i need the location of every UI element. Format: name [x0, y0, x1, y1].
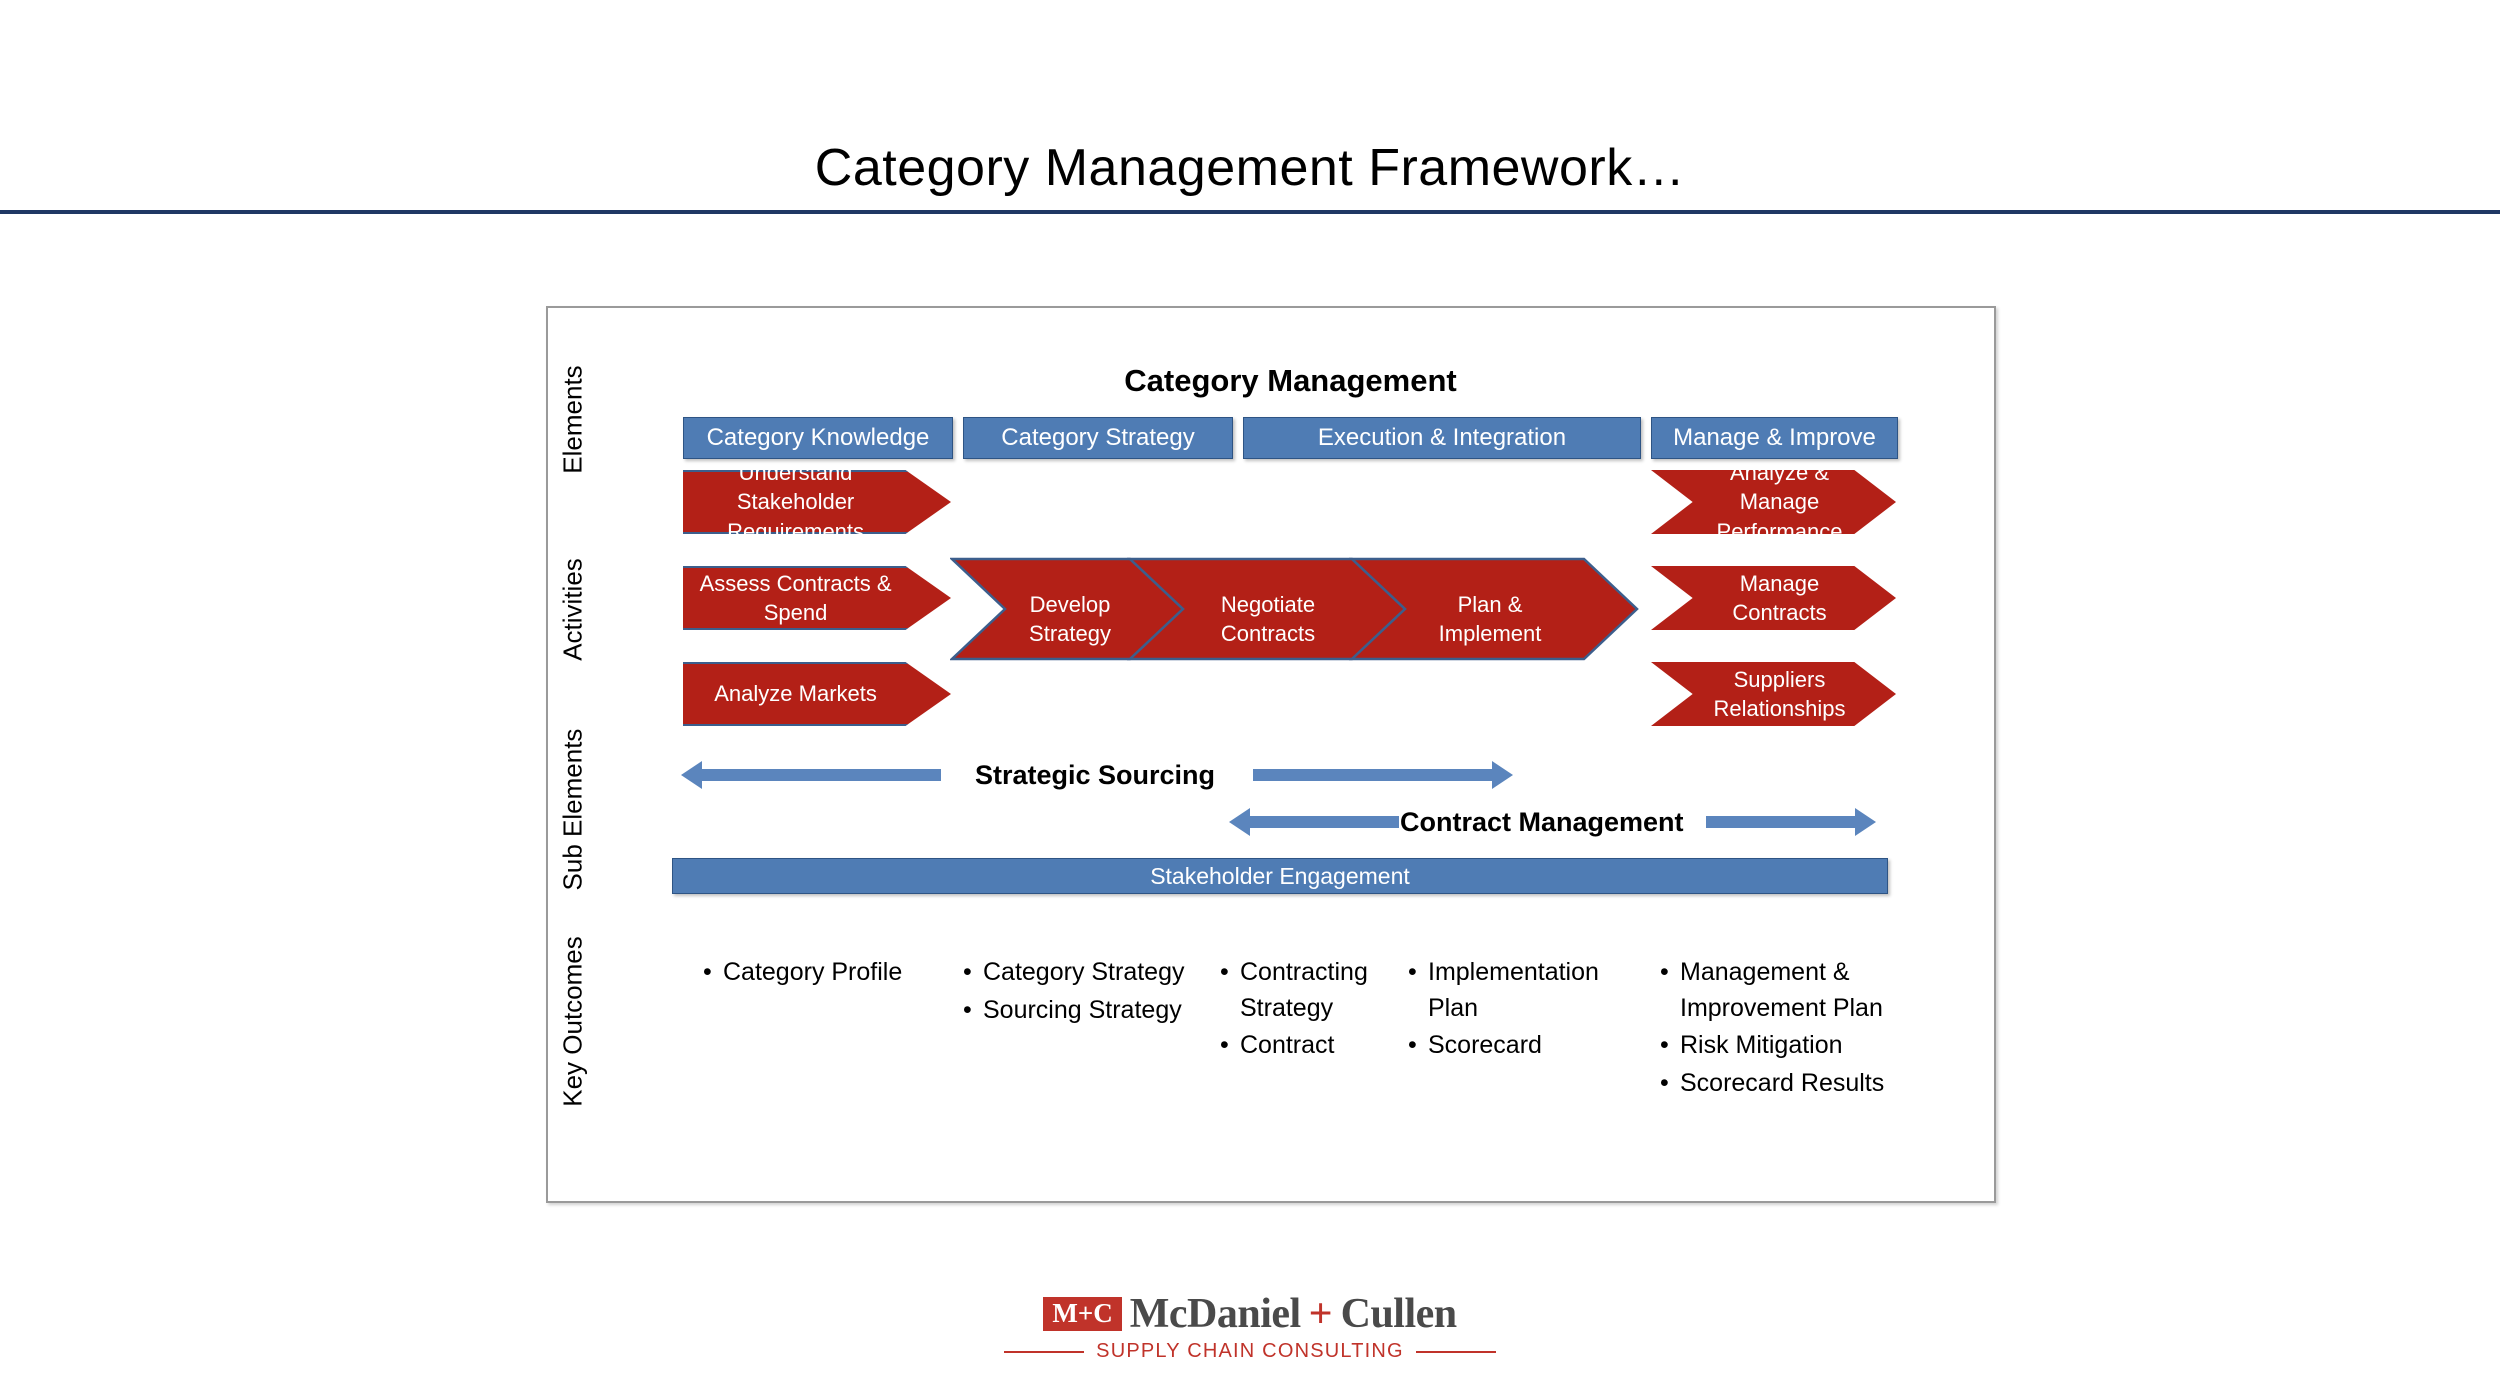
key-outcomes-column-5: • Management & Improvement Plan • Risk M…	[1660, 955, 1890, 1103]
list-item: • Scorecard Results	[1660, 1066, 1890, 1102]
bullet-icon: •	[1220, 1031, 1229, 1059]
list-item: • Category Profile	[703, 955, 953, 991]
bullet-icon: •	[1660, 1031, 1669, 1059]
bullet-icon: •	[1660, 1068, 1669, 1097]
list-item: • Contract	[1220, 1028, 1390, 1064]
logo-name-first: McDaniel	[1129, 1291, 1301, 1337]
key-outcomes-column-1: • Category Profile	[703, 955, 953, 993]
bullet-icon: •	[1408, 1031, 1417, 1059]
bullet-icon: •	[963, 958, 972, 986]
activity-analyze-markets[interactable]: Analyze Markets	[683, 662, 951, 726]
list-item: • Contracting Strategy	[1220, 955, 1390, 1026]
outcome-text: Contracting Strategy	[1240, 958, 1368, 1022]
activity-negotiate-contracts-label: Negotiate Contracts	[1220, 592, 1316, 647]
list-item: • Risk Mitigation	[1660, 1028, 1890, 1064]
key-outcomes-column-3: • Contracting Strategy • Contract	[1220, 955, 1390, 1066]
logo-tagline: SUPPLY CHAIN CONSULTING	[1096, 1340, 1404, 1362]
footer-logo: M+C McDaniel + Cullen SUPPLY CHAIN CONSU…	[0, 1290, 2500, 1363]
contract-management-right-arrow	[1706, 808, 1876, 836]
strategic-sourcing-left-arrow	[681, 761, 941, 789]
key-outcomes-column-2: • Category Strategy • Sourcing Strategy	[963, 955, 1213, 1030]
framework-heading: Category Management	[1124, 363, 1457, 398]
outcome-text: Scorecard	[1428, 1031, 1542, 1059]
outcome-text: Contract	[1240, 1031, 1335, 1059]
bullet-icon: •	[1220, 958, 1229, 986]
strategic-sourcing-right-arrow	[1253, 761, 1513, 789]
activity-label: Analyze Markets	[714, 681, 877, 707]
row-label-activities: Activities	[557, 558, 588, 661]
activity-label: Assess Contracts & Spend	[699, 570, 892, 625]
element-box-category-knowledge[interactable]: Category Knowledge	[683, 417, 953, 459]
row-label-key-outcomes: Key Outcomes	[557, 936, 588, 1107]
outcome-text: Implementation Plan	[1428, 958, 1599, 1022]
activity-plan-implement-label: Plan & Implement	[1438, 592, 1542, 647]
outcome-text: Scorecard Results	[1680, 1068, 1885, 1097]
outcome-text: Sourcing Strategy	[983, 995, 1182, 1024]
outcome-text: Category Strategy	[983, 958, 1185, 986]
outcome-text: Category Profile	[723, 958, 903, 986]
sub-element-stakeholder-engagement-bar[interactable]: Stakeholder Engagement	[672, 858, 1888, 894]
activity-middle-chevron-group[interactable]: Develop Strategy Negotiate Contracts Plan …	[950, 556, 1640, 662]
logo-tagline-row: SUPPLY CHAIN CONSULTING	[0, 1340, 2500, 1363]
activity-label: Suppliers Relationships	[1713, 666, 1846, 721]
bullet-icon: •	[963, 995, 972, 1024]
bullet-icon: •	[1408, 958, 1417, 986]
bullet-icon: •	[703, 958, 712, 986]
key-outcomes-column-4: • Implementation Plan • Scorecard	[1408, 955, 1608, 1066]
logo-rule-right	[1415, 1350, 1496, 1353]
activity-label: Understand Stakeholder Requirements	[727, 460, 865, 544]
sub-element-contract-management-label: Contract Management	[1400, 807, 1684, 837]
logo-name-last: Cullen	[1340, 1291, 1458, 1337]
activity-develop-strategy-label: Develop Strategy	[1029, 592, 1111, 647]
sub-element-strategic-sourcing-label: Strategic Sourcing	[975, 760, 1216, 790]
contract-management-left-arrow	[1229, 808, 1399, 836]
title-divider	[0, 210, 2500, 214]
list-item: • Implementation Plan	[1408, 955, 1608, 1026]
logo-rule-left	[1004, 1350, 1085, 1353]
page-title: Category Management Framework…	[814, 139, 1686, 197]
row-label-sub-elements: Sub Elements	[557, 728, 588, 891]
activity-assess-contracts-spend[interactable]: Assess Contracts & Spend	[683, 566, 951, 630]
activity-understand-stakeholder-requirements[interactable]: Understand Stakeholder Requirements	[683, 470, 951, 534]
list-item: • Scorecard	[1408, 1028, 1608, 1064]
list-item: • Management & Improvement Plan	[1660, 955, 1890, 1026]
activity-label: Analyze & Manage Performance	[1716, 460, 1843, 544]
list-item: • Category Strategy	[963, 955, 1213, 991]
outcome-text: Management & Improvement Plan	[1680, 958, 1883, 1022]
bullet-icon: •	[1660, 958, 1669, 986]
logo-wordmark: M+C McDaniel + Cullen	[1043, 1290, 1458, 1338]
outcome-text: Risk Mitigation	[1680, 1031, 1843, 1059]
element-box-category-strategy[interactable]: Category Strategy	[963, 417, 1233, 459]
activity-label: Manage Contracts	[1732, 570, 1827, 625]
logo-plus-icon: +	[1308, 1291, 1333, 1337]
logo-badge-icon: M+C	[1043, 1297, 1122, 1331]
list-item: • Sourcing Strategy	[963, 993, 1213, 1029]
element-box-execution-integration[interactable]: Execution & Integration	[1243, 417, 1641, 459]
element-box-manage-improve[interactable]: Manage & Improve	[1651, 417, 1898, 459]
row-label-elements: Elements	[557, 365, 588, 474]
